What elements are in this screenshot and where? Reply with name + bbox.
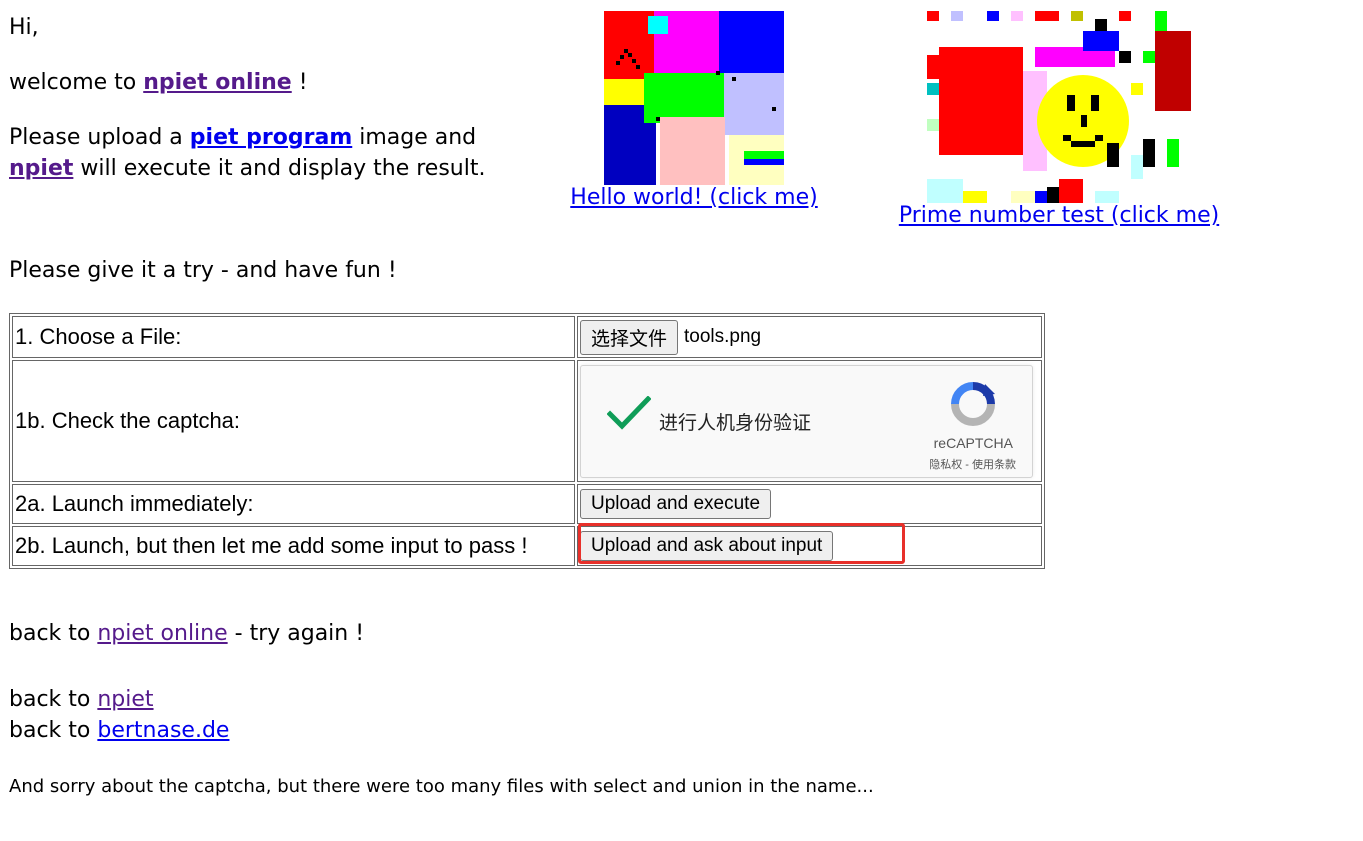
upload-form-table: 1. Choose a File: 选择文件 tools.png 1b. Che…: [9, 313, 1045, 569]
launch-immediately-label: 2a. Launch immediately:: [12, 484, 575, 524]
sample-hello-world[interactable]: Hello world! (click me): [566, 11, 822, 210]
try-text: Please give it a try - and have fun !: [9, 258, 397, 283]
hello-world-link[interactable]: Hello world! (click me): [566, 185, 822, 210]
back-npiet-online-link[interactable]: npiet online: [97, 621, 227, 646]
launch-with-input-cell: Upload and ask about input: [577, 526, 1042, 566]
prime-test-link[interactable]: Prime number test (click me): [894, 203, 1224, 228]
hello-world-piet-image[interactable]: [604, 11, 784, 185]
recaptcha-brand: reCAPTCHA: [933, 434, 1013, 451]
greeting: Hi,: [9, 15, 39, 40]
prime-test-piet-image[interactable]: [927, 11, 1191, 203]
piet-program-link[interactable]: piet program: [190, 125, 352, 150]
upload-ask-input-button[interactable]: Upload and ask about input: [580, 531, 834, 561]
choose-file-label: 1. Choose a File:: [12, 316, 575, 358]
upload-instructions: Please upload a piet program image and np…: [9, 125, 486, 181]
captcha-cell: 进行人机身份验证 reCAPTCHA 隐私权 - 使用条款: [577, 360, 1042, 482]
launch-immediately-cell: Upload and execute: [577, 484, 1042, 524]
recaptcha-terms-link[interactable]: 隐私权 - 使用条款: [929, 456, 1016, 472]
back-to-online-line: back to npiet online - try again !: [9, 621, 365, 646]
launch-with-input-label: 2b. Launch, but then let me add some inp…: [12, 526, 575, 566]
table-row: 1. Choose a File: 选择文件 tools.png: [12, 316, 1042, 358]
checkmark-icon[interactable]: [607, 395, 651, 432]
table-row: 2b. Launch, but then let me add some inp…: [12, 526, 1042, 566]
back-to-npiet-line: back to npiet: [9, 687, 154, 712]
captcha-apology-text: And sorry about the captcha, but there w…: [9, 776, 874, 797]
choose-file-cell: 选择文件 tools.png: [577, 316, 1042, 358]
back-links: back to npiet back to bertnase.de: [9, 684, 229, 746]
upload-execute-button[interactable]: Upload and execute: [580, 489, 772, 519]
table-row: 2a. Launch immediately: Upload and execu…: [12, 484, 1042, 524]
captcha-label: 1b. Check the captcha:: [12, 360, 575, 482]
table-row: 1b. Check the captcha: 进行人机身份验证 reCAPTCH…: [12, 360, 1042, 482]
npiet-link[interactable]: npiet: [9, 156, 73, 181]
npiet-online-link[interactable]: npiet online: [143, 70, 292, 95]
recaptcha-logo-icon: [951, 381, 995, 426]
back-to-bertnase-line: back to bertnase.de: [9, 718, 230, 743]
selected-file-name: tools.png: [684, 326, 762, 347]
captcha-verify-text: 进行人机身份验证: [659, 412, 812, 434]
back-bertnase-link[interactable]: bertnase.de: [97, 718, 229, 743]
recaptcha-widget[interactable]: 进行人机身份验证 reCAPTCHA 隐私权 - 使用条款: [580, 364, 1033, 478]
back-npiet-link[interactable]: npiet: [97, 687, 153, 712]
welcome-line: welcome to npiet online !: [9, 70, 308, 95]
sample-prime-test[interactable]: Prime number test (click me): [894, 11, 1224, 228]
choose-file-button[interactable]: 选择文件: [580, 319, 679, 355]
